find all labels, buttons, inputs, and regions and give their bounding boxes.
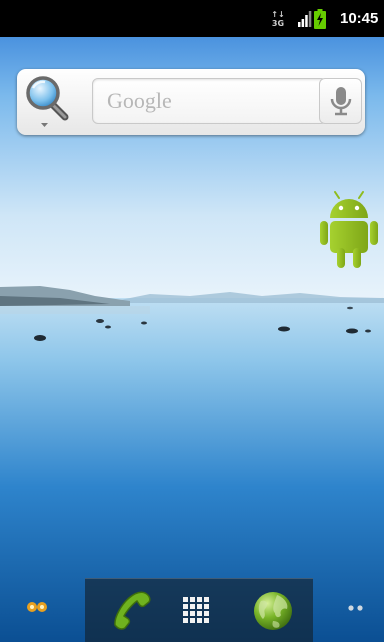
status-clock: 10:45 <box>340 10 379 27</box>
phone-handset-icon <box>114 591 151 630</box>
page-dots-right-icon[interactable] <box>344 600 368 614</box>
android-robot-icon <box>320 191 378 268</box>
magnifier-icon <box>26 76 69 127</box>
google-search-widget[interactable]: Google <box>17 69 365 135</box>
microphone-icon <box>330 87 352 116</box>
phone-button[interactable] <box>107 587 155 635</box>
data-arrows: ↑↓ <box>271 9 285 19</box>
data-type-label: 3G <box>271 18 285 28</box>
android-widget[interactable] <box>318 190 380 272</box>
browser-button[interactable] <box>249 587 297 635</box>
app-grid-icon <box>183 597 209 623</box>
home-screen: ↑↓ 3G 10:45 Google <box>0 0 384 642</box>
search-input[interactable]: Google <box>92 78 327 124</box>
battery-charging-icon <box>314 0 336 37</box>
data-activity-icon: ↑↓ 3G <box>270 0 286 37</box>
globe-icon <box>254 592 292 630</box>
search-source-button[interactable] <box>23 75 75 129</box>
status-bar: ↑↓ 3G 10:45 <box>0 0 384 37</box>
voice-search-button[interactable] <box>319 78 362 124</box>
page-dots-left-icon[interactable] <box>24 594 50 620</box>
dock <box>85 578 313 642</box>
apps-button[interactable] <box>173 587 221 635</box>
